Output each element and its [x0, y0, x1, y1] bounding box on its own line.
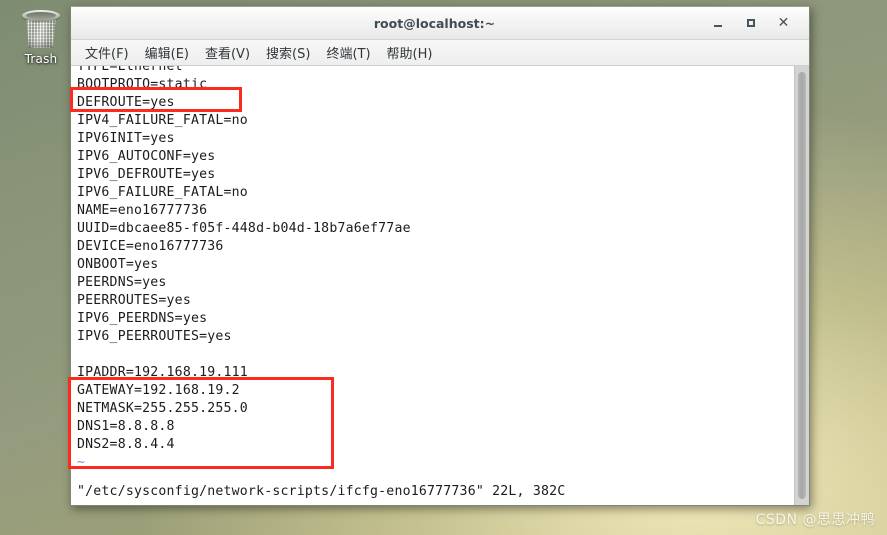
terminal-screen[interactable]: TYPE=Ethernet BOOTPROTO=static DEFROUTE=ye… — [71, 66, 794, 505]
terminal-line-21: DNS2=8.8.4.4 — [77, 437, 175, 452]
menu-edit[interactable]: 编辑(E) — [137, 41, 197, 64]
terminal-line-22: ~ — [77, 455, 86, 470]
vim-status-line: "/etc/sysconfig/network-scripts/ifcfg-en… — [77, 484, 566, 499]
terminal-text-content: TYPE=Ethernet BOOTPROTO=static DEFROUTE=ye… — [77, 66, 411, 472]
close-icon: ✕ — [777, 15, 790, 31]
terminal-line-0: TYPE=Ethernet — [77, 66, 183, 74]
maximize-button[interactable] — [743, 16, 758, 31]
terminal-body[interactable]: TYPE=Ethernet BOOTPROTO=static DEFROUTE=ye… — [71, 66, 809, 505]
window-title: root@localhost:~ — [373, 15, 496, 31]
terminal-line-8: NAME=eno16777736 — [77, 203, 208, 218]
terminal-line-11: ONBOOT=yes — [77, 257, 159, 272]
terminal-line-2: DEFROUTE=yes — [77, 95, 175, 110]
terminal-line-9: UUID=dbcaee85-f05f-448d-b04d-18b7a6ef77a… — [77, 221, 411, 236]
terminal-line-16 — [77, 346, 411, 364]
terminal-scrollbar[interactable] — [794, 66, 809, 505]
minimize-icon — [713, 25, 722, 27]
menu-file[interactable]: 文件(F) — [77, 41, 137, 64]
desktop: Trash root@localhost:~ ✕ 文件(F) 编辑(E) 查看(… — [0, 0, 887, 535]
terminal-line-3: IPV4_FAILURE_FATAL=no — [77, 113, 248, 128]
menu-view[interactable]: 查看(V) — [197, 41, 258, 64]
menu-bar: 文件(F) 编辑(E) 查看(V) 搜索(S) 终端(T) 帮助(H) — [71, 40, 809, 66]
terminal-window[interactable]: root@localhost:~ ✕ 文件(F) 编辑(E) 查看(V) 搜索(… — [70, 6, 810, 506]
menu-help[interactable]: 帮助(H) — [379, 41, 441, 64]
desktop-icon-trash[interactable]: Trash — [12, 8, 70, 66]
terminal-line-18: GATEWAY=192.168.19.2 — [77, 383, 240, 398]
terminal-line-15: IPV6_PEERROUTES=yes — [77, 329, 232, 344]
terminal-line-12: PEERDNS=yes — [77, 275, 167, 290]
close-button[interactable]: ✕ — [776, 16, 791, 31]
terminal-line-10: DEVICE=eno16777736 — [77, 239, 224, 254]
trash-bin-icon — [21, 8, 61, 50]
maximize-icon — [746, 19, 755, 27]
trash-opening-shape — [26, 12, 56, 19]
minimize-button[interactable] — [710, 16, 725, 31]
window-titlebar[interactable]: root@localhost:~ ✕ — [71, 6, 809, 40]
menu-search[interactable]: 搜索(S) — [258, 41, 318, 64]
terminal-line-5: IPV6_AUTOCONF=yes — [77, 149, 216, 164]
terminal-line-17: IPADDR=192.168.19.111 — [77, 365, 248, 380]
terminal-line-1: BOOTPROTO=static — [77, 77, 208, 92]
trash-label: Trash — [24, 52, 58, 66]
watermark: CSDN @思思冲鸭 — [755, 512, 875, 528]
terminal-line-6: IPV6_DEFROUTE=yes — [77, 167, 216, 182]
window-controls: ✕ — [710, 16, 809, 31]
terminal-line-20: DNS1=8.8.8.8 — [77, 419, 175, 434]
terminal-line-7: IPV6_FAILURE_FATAL=no — [77, 185, 248, 200]
terminal-line-14: IPV6_PEERDNS=yes — [77, 311, 208, 326]
terminal-line-13: PEERROUTES=yes — [77, 293, 191, 308]
menu-terminal[interactable]: 终端(T) — [318, 41, 378, 64]
terminal-line-19: NETMASK=255.255.255.0 — [77, 401, 248, 416]
terminal-line-4: IPV6INIT=yes — [77, 131, 175, 146]
scrollbar-thumb[interactable] — [798, 72, 806, 499]
